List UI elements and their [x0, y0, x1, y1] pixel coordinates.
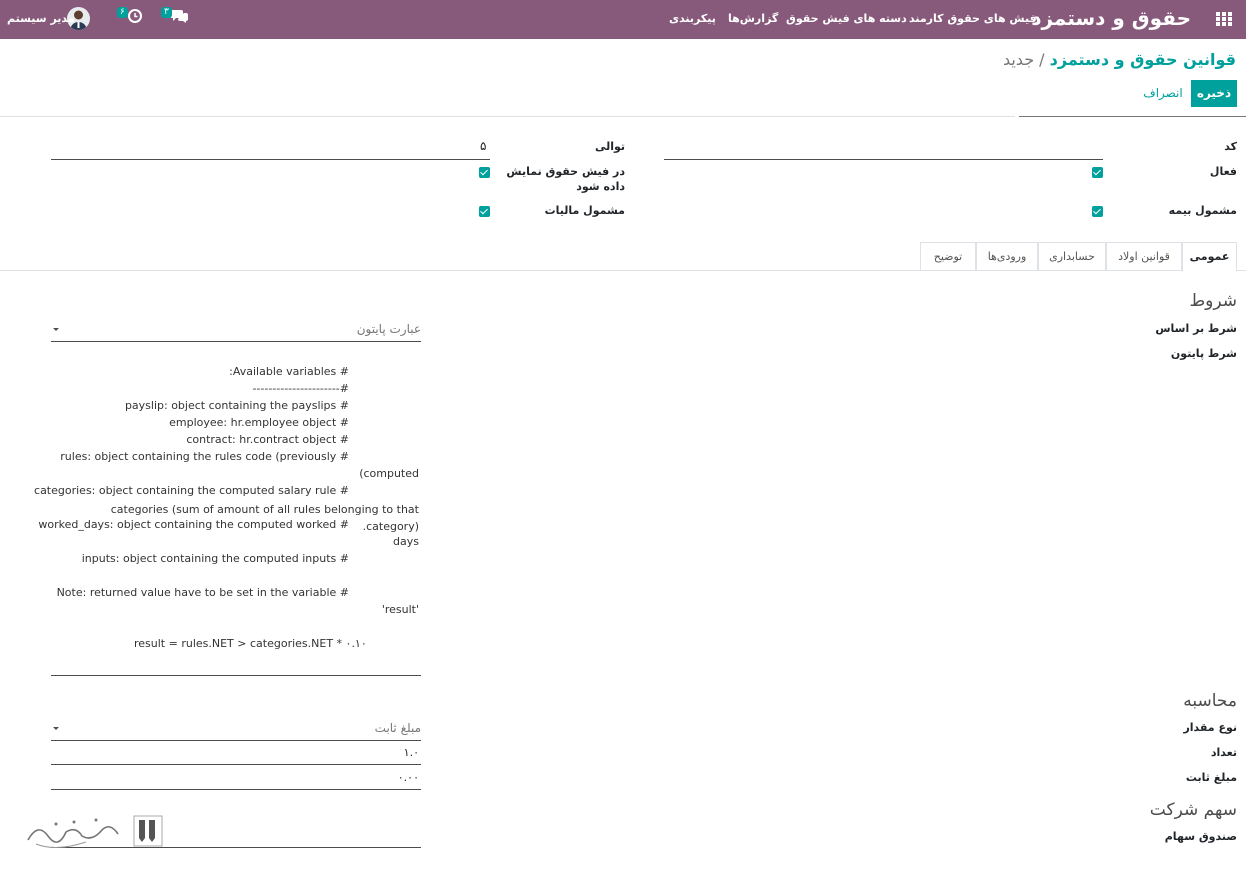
control-panel-divider-dark: [1019, 116, 1246, 117]
caret-down-icon: [53, 328, 59, 331]
active-label: فعال: [1209, 165, 1237, 178]
menu-configuration[interactable]: پیکربندی: [669, 12, 716, 25]
condition-based-on-label: شرط بر اساس: [1155, 322, 1237, 335]
breadcrumb-parent[interactable]: قوانین حقوق و دستمزد: [1050, 50, 1236, 69]
tab-child-rules[interactable]: قوانین اولاد: [1106, 242, 1182, 271]
condition-based-on-select[interactable]: عبارت پایتون: [51, 318, 421, 342]
clock-icon[interactable]: [128, 9, 142, 25]
code-line: # Available variables:: [229, 365, 349, 378]
partner-fund-label: صندوق سهام: [1164, 830, 1237, 843]
menu-payslip-batches[interactable]: دسته های فیش حقوق: [786, 12, 907, 25]
sequence-input[interactable]: [51, 159, 490, 160]
quantity-input[interactable]: ۱.۰: [51, 741, 421, 765]
apps-grid-icon[interactable]: [1216, 12, 1232, 26]
code-line: 'result': [381, 603, 419, 616]
fixed-amount-value: ۰.۰۰: [397, 771, 419, 784]
quantity-value: ۱.۰: [403, 746, 419, 759]
show-in-payslip-label-line1: در فیش حقوق نمایش: [506, 165, 625, 178]
tab-accounting[interactable]: حسابداری: [1038, 242, 1106, 271]
chat-icon[interactable]: [170, 9, 188, 25]
show-in-payslip-label-line2: داده شود: [576, 180, 625, 193]
sequence-value: ۵: [480, 139, 487, 153]
code-line: computed): [359, 467, 419, 480]
breadcrumb-separator: /: [1039, 50, 1045, 69]
code-line: # employee: hr.employee object: [169, 416, 349, 429]
code-input[interactable]: [664, 159, 1103, 160]
company-contribution-title: سهم شرکت: [1149, 800, 1237, 820]
conditions-title: شروط: [1189, 291, 1237, 311]
discard-button[interactable]: انصراف: [1142, 80, 1184, 107]
control-panel-divider: [0, 116, 1015, 117]
menu-reports[interactable]: گزارش‌ها: [728, 12, 778, 25]
code-label: کد: [1224, 140, 1237, 153]
insurance-label: مشمول بیمه: [1168, 204, 1237, 217]
tax-checkbox[interactable]: [479, 206, 490, 217]
code-line: # payslip: object containing the payslip…: [124, 399, 349, 412]
computation-title: محاسبه: [1183, 691, 1237, 711]
code-line: # categories: object containing the comp…: [34, 484, 349, 497]
amount-type-value: مبلغ ثابت: [374, 721, 421, 735]
code-line: # inputs: object containing the computed…: [81, 552, 349, 565]
watermark-logo: [26, 812, 166, 856]
code-line: # Note: returned value have to be set in…: [56, 586, 349, 599]
show-in-payslip-label: در فیش حقوق نمایش داده شود: [506, 165, 625, 193]
sequence-label: توالی: [594, 140, 625, 153]
chat-count-badge: ۳: [161, 7, 172, 18]
breadcrumb: قوانین حقوق و دستمزد / جدید: [1003, 50, 1236, 69]
tab-general[interactable]: عمومی: [1182, 242, 1237, 272]
amount-type-select[interactable]: مبلغ ثابت: [51, 717, 421, 741]
breadcrumb-current: جدید: [1002, 50, 1035, 69]
code-line: # contract: hr.contract object: [186, 433, 349, 446]
code-line: # rules: object containing the rules cod…: [60, 450, 349, 463]
python-condition-label: شرط پایتون: [1170, 347, 1237, 360]
app-brand[interactable]: حقوق و دستمزد: [1031, 6, 1191, 30]
active-checkbox[interactable]: [1092, 167, 1103, 178]
menu-employee-payslips[interactable]: فیش های حقوق کارمند: [909, 12, 1037, 25]
code-line: days: [393, 535, 419, 548]
show-in-payslip-checkbox[interactable]: [479, 167, 490, 178]
tab-description[interactable]: توضیح: [920, 242, 976, 271]
activity-count-badge: ۶: [117, 7, 128, 18]
python-condition-editor[interactable]: # Available variables: #----------------…: [34, 362, 421, 676]
quantity-label: تعداد: [1210, 746, 1237, 759]
code-line: #----------------------: [252, 382, 349, 395]
tax-label: مشمول مالیات: [544, 204, 625, 217]
amount-type-label: نوع مقدار: [1183, 721, 1237, 734]
fixed-amount-label: مبلغ ثابت: [1185, 771, 1237, 784]
fixed-amount-input[interactable]: ۰.۰۰: [51, 766, 421, 790]
caret-down-icon: [53, 727, 59, 730]
condition-based-on-value: عبارت پایتون: [356, 322, 421, 336]
insurance-checkbox[interactable]: [1092, 206, 1103, 217]
code-line: # worked_days: object containing the com…: [38, 518, 349, 531]
code-line: result = rules.NET > categories.NET * ۰.…: [134, 637, 367, 650]
top-navbar: حقوق و دستمزد فیش های حقوق کارمند دسته ه…: [0, 0, 1246, 39]
tab-inputs[interactable]: ورودی‌ها: [976, 242, 1038, 271]
save-button[interactable]: ذخیره: [1191, 80, 1237, 107]
user-name[interactable]: مدیر سیستم: [7, 12, 75, 25]
